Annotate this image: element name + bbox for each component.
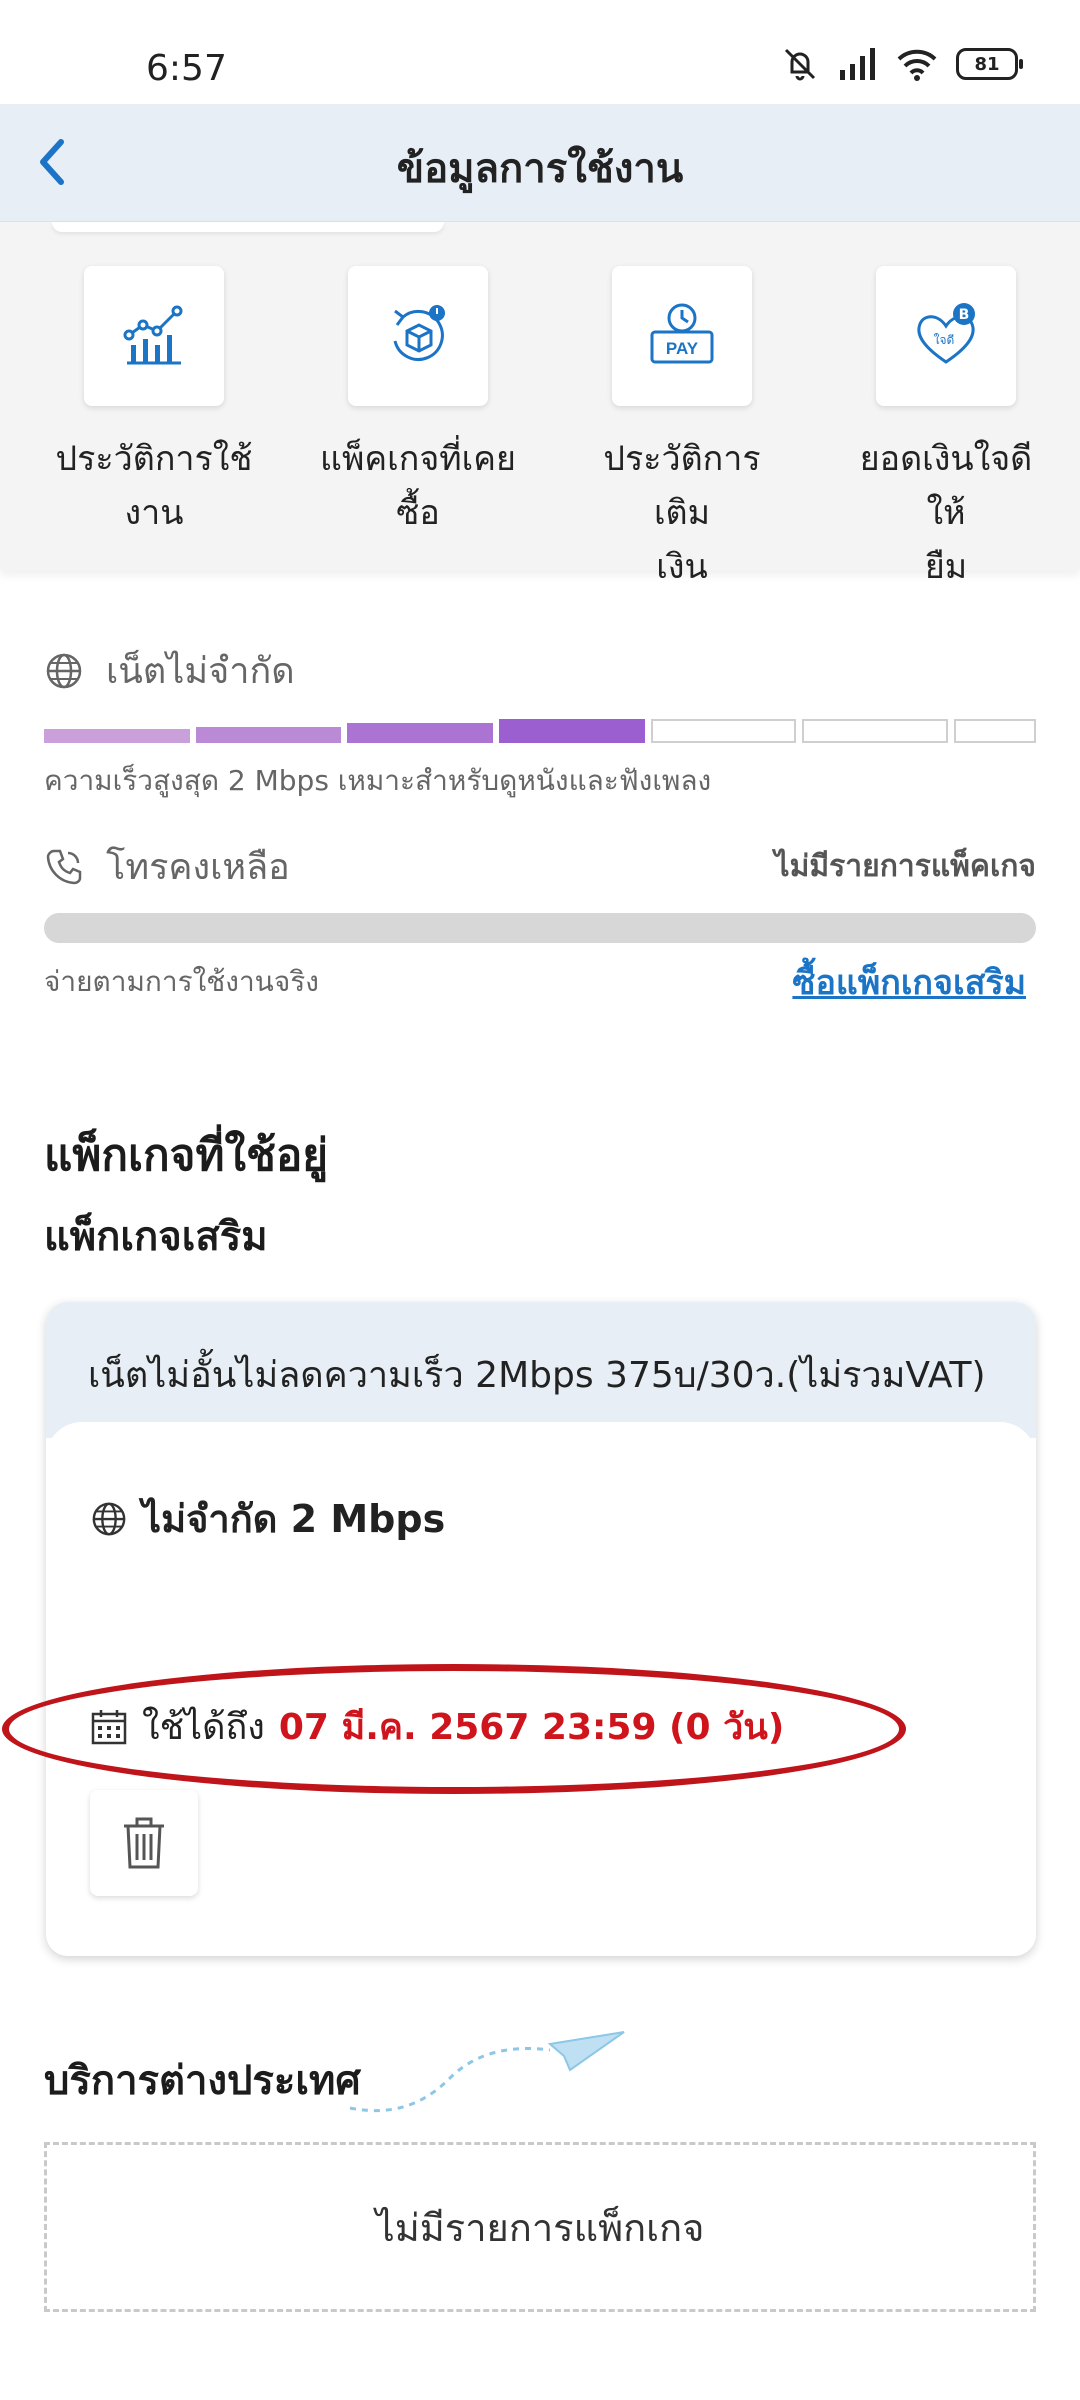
- addon-packages-subtitle: แพ็กเกจเสริม: [44, 1214, 268, 1260]
- delete-package-button[interactable]: [90, 1790, 198, 1896]
- quick-action-credit-loan[interactable]: ใจดี B ยอดเงินใจดีให้ ยืม: [846, 266, 1046, 594]
- quick-action-label: ประวัติการเติม เงิน: [582, 432, 782, 594]
- usage-segment-filled: [499, 719, 645, 743]
- page-title: ข้อมูลการใช้งาน: [396, 146, 684, 192]
- calendar-icon: [91, 1709, 127, 1744]
- usage-segment-empty: [650, 719, 797, 743]
- usage-segment-empty: [802, 719, 949, 743]
- quick-action-label-line2: ซื้อ: [396, 493, 440, 533]
- quick-action-label-line1: ยอดเงินใจดีให้: [859, 439, 1033, 533]
- collapsed-tab-stub: [52, 222, 444, 232]
- quick-action-topup-history[interactable]: PAY ประวัติการเติม เงิน: [582, 266, 782, 594]
- heart-baht-icon: ใจดี B: [917, 303, 975, 364]
- package-card-header: เน็ตไม่อั้นไม่ลดความเร็ว 2Mbps 375บ/30ว.…: [46, 1302, 1036, 1438]
- package-speed-label: ไม่จำกัด 2 Mbps: [142, 1497, 446, 1541]
- phone-icon: [46, 849, 82, 884]
- mute-bell-icon: [784, 48, 816, 81]
- battery-level: 81: [974, 53, 1000, 75]
- trash-icon: [124, 1817, 164, 1869]
- globe-icon: [92, 1502, 126, 1535]
- quick-action-label-line1: ประวัติการเติม: [603, 439, 761, 533]
- package-card-body: ไม่จำกัด 2 Mbps ใช้ได้ถึง 07 มี.ค. 2567 …: [46, 1422, 1036, 1956]
- quick-action-label-line1: แพ็คเกจที่เคย: [320, 439, 516, 479]
- package-valid-date: 07 มี.ค. 2567 23:59 (0 วัน): [278, 1707, 785, 1748]
- svg-text:B: B: [959, 307, 970, 323]
- package-valid-label: ใช้ได้ถึง: [142, 1707, 265, 1748]
- quick-action-label-line2: งาน: [124, 493, 184, 533]
- quick-action-label-line2: ยืม: [924, 547, 968, 587]
- overseas-empty-state: ไม่มีรายการแพ็กเกจ: [44, 2142, 1036, 2312]
- quick-action-package-history[interactable]: แพ็คเกจที่เคย ซื้อ: [318, 266, 518, 540]
- globe-icon: [46, 653, 82, 688]
- call-usage-status: ไม่มีรายการแพ็คเกจ: [774, 849, 1036, 884]
- svg-text:ใจดี: ใจดี: [934, 333, 955, 347]
- quick-action-label-line1: ประวัติการใช้: [55, 439, 253, 479]
- call-usage-note: จ่ายตามการใช้งานจริง: [44, 965, 319, 998]
- call-usage-section: โทรคงเหลือ ไม่มีรายการแพ็คเกจ จ่ายตามการ…: [44, 838, 1036, 1009]
- internet-usage-label: เน็ตไม่จำกัด: [106, 651, 295, 692]
- package-name: เน็ตไม่อั้นไม่ลดความเร็ว 2Mbps 375บ/30ว.…: [88, 1355, 986, 1396]
- package-history-icon: [393, 305, 445, 361]
- call-usage-header: โทรคงเหลือ ไม่มีรายการแพ็คเกจ: [44, 838, 1036, 895]
- battery-indicator: 81: [956, 48, 1023, 80]
- quick-action-icon-box: [348, 266, 488, 406]
- overseas-services-title: บริการต่างประเทศ: [44, 2058, 361, 2104]
- quick-action-label: ประวัติการใช้ งาน: [54, 432, 254, 540]
- status-icons: 81: [780, 44, 1023, 84]
- svg-text:PAY: PAY: [666, 339, 699, 358]
- package-card: เน็ตไม่อั้นไม่ลดความเร็ว 2Mbps 375บ/30ว.…: [46, 1302, 1036, 1956]
- wifi-icon: [897, 49, 937, 81]
- status-time: 6:57: [146, 48, 227, 89]
- quick-actions: ประวัติการใช้ งาน แพ็คเกจที่เคย ซื้อ PAY…: [0, 222, 1080, 587]
- quick-action-label: ยอดเงินใจดีให้ ยืม: [846, 432, 1046, 594]
- call-usage-footer: จ่ายตามการใช้งานจริง ซื้อแพ็กเกจเสริม: [44, 955, 1036, 1009]
- usage-segment-filled: [195, 727, 342, 743]
- quick-action-usage-history[interactable]: ประวัติการใช้ งาน: [54, 266, 254, 540]
- pay-history-icon: PAY: [650, 303, 714, 364]
- internet-usage-label-group: เน็ตไม่จำกัด: [44, 642, 295, 699]
- internet-usage-section: เน็ตไม่จำกัด ความเร็วสูงสุด 2 Mbps เหมาะ…: [44, 642, 1036, 803]
- quick-action-label-line2: เงิน: [656, 547, 708, 587]
- quick-action-icon-box: [84, 266, 224, 406]
- internet-usage-header: เน็ตไม่จำกัด: [44, 642, 1036, 699]
- status-bar: 6:57 81: [0, 0, 1080, 104]
- app-bar: ข้อมูลการใช้งาน: [0, 104, 1080, 222]
- package-valid-until: ใช้ได้ถึง 07 มี.ค. 2567 23:59 (0 วัน): [90, 1698, 784, 1755]
- internet-usage-note: ความเร็วสูงสุด 2 Mbps เหมาะสำหรับดูหนังแ…: [44, 764, 712, 797]
- buy-addon-package-link[interactable]: ซื้อแพ็กเกจเสริม: [792, 955, 1026, 1009]
- usage-segment-filled: [44, 729, 190, 743]
- package-speed: ไม่จำกัด 2 Mbps: [90, 1488, 445, 1549]
- call-usage-label: โทรคงเหลือ: [106, 847, 290, 888]
- quick-action-label: แพ็คเกจที่เคย ซื้อ: [318, 432, 518, 540]
- quick-action-icon-box: ใจดี B: [876, 266, 1016, 406]
- quick-action-icon-box: PAY: [612, 266, 752, 406]
- overseas-empty-text: ไม่มีรายการแพ็กเกจ: [375, 2205, 705, 2250]
- call-usage-bar: [44, 913, 1036, 943]
- active-packages-title: แพ็กเกจที่ใช้อยู่: [44, 1130, 329, 1181]
- internet-usage-bar: [44, 719, 1036, 743]
- chart-icon: [123, 305, 183, 365]
- usage-segment-empty: [954, 719, 1036, 743]
- usage-segment-filled: [347, 723, 494, 743]
- call-usage-label-group: โทรคงเหลือ: [44, 838, 290, 895]
- paper-plane-icon: [349, 2031, 625, 2113]
- signal-icon: [840, 48, 875, 80]
